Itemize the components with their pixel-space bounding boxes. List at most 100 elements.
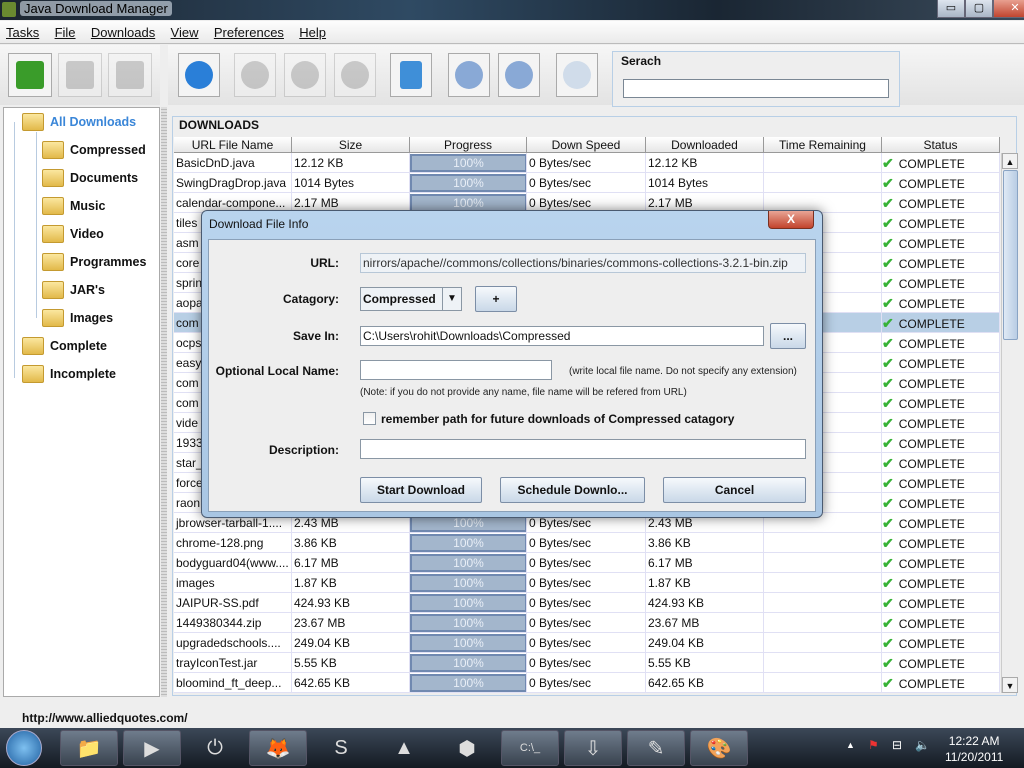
cancel-button[interactable]: Cancel bbox=[663, 477, 806, 503]
action-center-flag-icon[interactable]: ⚑ bbox=[868, 738, 879, 752]
status-cell: ✔ COMPLETE bbox=[882, 373, 1000, 393]
menu-preferences[interactable]: Preferences bbox=[208, 21, 284, 40]
download-manager-task-button[interactable]: ⇩ bbox=[564, 730, 622, 766]
table-row[interactable]: bloomind_ft_deep... 642.65 KB 100% 0 Bytes/… bbox=[174, 673, 1000, 693]
menu-help[interactable]: Help bbox=[293, 21, 326, 40]
menu-tasks[interactable]: Tasks bbox=[0, 21, 39, 40]
start-button[interactable] bbox=[6, 730, 42, 766]
name-cell: SwingDragDrop.java bbox=[174, 173, 292, 193]
new-category-button[interactable] bbox=[8, 53, 52, 97]
edit-category-button[interactable] bbox=[58, 53, 102, 97]
downloaded-cell: 3.86 KB bbox=[646, 533, 764, 553]
column-header-down-speed[interactable]: Down Speed bbox=[527, 137, 646, 153]
menu-file[interactable]: File bbox=[49, 21, 76, 40]
tree-item-label: All Downloads bbox=[50, 115, 137, 129]
scroll-up-arrow-icon[interactable]: ▲ bbox=[1002, 153, 1018, 169]
trash-button[interactable] bbox=[390, 53, 432, 97]
move-down-button[interactable] bbox=[498, 53, 540, 97]
check-icon: ✔ bbox=[882, 235, 894, 251]
column-header-status[interactable]: Status bbox=[882, 137, 1000, 153]
minimize-button[interactable]: ▭ bbox=[937, 0, 965, 18]
pause-button[interactable] bbox=[234, 53, 276, 97]
scroll-down-arrow-icon[interactable]: ▼ bbox=[1002, 677, 1018, 693]
status-cell: ✔ COMPLETE bbox=[882, 553, 1000, 573]
table-row[interactable]: JAIPUR-SS.pdf 424.93 KB 100% 0 Bytes/sec 424… bbox=[174, 593, 1000, 613]
tree-item-documents[interactable]: Documents bbox=[42, 169, 138, 187]
firefox-task-button[interactable]: 🦊 bbox=[249, 730, 307, 766]
tree-item-complete[interactable]: Complete bbox=[22, 337, 107, 355]
delete-category-button[interactable] bbox=[108, 53, 152, 97]
skype-task-button[interactable]: S bbox=[312, 730, 370, 766]
column-header-size[interactable]: Size bbox=[292, 137, 410, 153]
check-icon: ✔ bbox=[882, 575, 894, 591]
media-player-task-button[interactable]: ▶ bbox=[123, 730, 181, 766]
resume-button[interactable] bbox=[284, 53, 326, 97]
maximize-button[interactable]: ▢ bbox=[965, 0, 993, 18]
add-download-button[interactable] bbox=[178, 53, 220, 97]
vlc-task-button[interactable]: ▲ bbox=[375, 730, 433, 766]
schedule-download-button[interactable]: Schedule Downlo... bbox=[500, 477, 645, 503]
notepad-task-button[interactable]: ✎ bbox=[627, 730, 685, 766]
vertical-scrollbar[interactable]: ▲ ▼ bbox=[1001, 153, 1018, 693]
column-header-time-remaining[interactable]: Time Remaining bbox=[764, 137, 882, 153]
table-row[interactable]: chrome-128.png 3.86 KB 100% 0 Bytes/sec 3.86… bbox=[174, 533, 1000, 553]
cancel-button[interactable] bbox=[334, 53, 376, 97]
table-row[interactable]: images 1.87 KB 100% 0 Bytes/sec 1.87 KB ✔ COMP… bbox=[174, 573, 1000, 593]
description-input[interactable] bbox=[360, 439, 806, 459]
progress-cell: 100% bbox=[410, 673, 527, 693]
remember-path-label[interactable]: remember path for future downloads of Co… bbox=[381, 412, 734, 426]
add-category-button[interactable]: + bbox=[475, 286, 517, 312]
explorer-task-button[interactable]: 📁 bbox=[60, 730, 118, 766]
network-icon[interactable]: ⊟ bbox=[892, 738, 902, 752]
column-header-progress[interactable]: Progress bbox=[410, 137, 527, 153]
tree-item-video[interactable]: Video bbox=[42, 225, 104, 243]
power-app-task-button[interactable]: ⏻ bbox=[186, 730, 244, 766]
system-clock[interactable]: 12:22 AM 11/20/2011 bbox=[945, 733, 1003, 765]
tree-item-all-downloads[interactable]: All Downloads bbox=[22, 113, 136, 131]
table-row[interactable]: bodyguard04(www.... 6.17 MB 100% 0 Bytes/se… bbox=[174, 553, 1000, 573]
save-in-field[interactable]: C:\Users\rohit\Downloads\Compressed bbox=[360, 326, 764, 346]
column-header-url-file-name[interactable]: URL File Name bbox=[174, 137, 292, 153]
paint-task-button[interactable]: 🎨 bbox=[690, 730, 748, 766]
move-up-button[interactable] bbox=[448, 53, 490, 97]
status-text: COMPLETE bbox=[898, 357, 965, 371]
check-icon: ✔ bbox=[882, 215, 894, 231]
remember-path-checkbox[interactable] bbox=[363, 412, 376, 425]
table-row[interactable]: SwingDragDrop.java 1014 Bytes 100% 0 Bytes/… bbox=[174, 173, 1000, 193]
tree-item-music[interactable]: Music bbox=[42, 197, 105, 215]
close-button[interactable]: ✕ bbox=[993, 0, 1024, 18]
tree-item-compressed[interactable]: Compressed bbox=[42, 141, 146, 159]
category-select[interactable]: Compressed ▼ bbox=[360, 287, 462, 311]
virtualbox-task-button[interactable]: ⬢ bbox=[438, 730, 496, 766]
start-download-button[interactable]: Start Download bbox=[360, 477, 482, 503]
name-cell: bodyguard04(www.... bbox=[174, 553, 292, 573]
schedule-clock-button[interactable] bbox=[556, 53, 598, 97]
status-text: COMPLETE bbox=[898, 677, 965, 691]
delete-category-icon bbox=[116, 61, 144, 89]
tree-item-images[interactable]: Images bbox=[42, 309, 113, 327]
table-row[interactable]: upgradedschools.... 249.04 KB 100% 0 Bytes/… bbox=[174, 633, 1000, 653]
search-input[interactable] bbox=[623, 79, 889, 98]
volume-icon[interactable]: 🔈 bbox=[915, 738, 930, 752]
show-hidden-icons-icon[interactable]: ▲ bbox=[846, 740, 855, 750]
size-cell: 249.04 KB bbox=[292, 633, 410, 653]
dialog-close-button[interactable]: X bbox=[768, 211, 814, 229]
column-header-downloaded[interactable]: Downloaded bbox=[646, 137, 764, 153]
check-icon: ✔ bbox=[882, 515, 894, 531]
chevron-down-icon[interactable]: ▼ bbox=[442, 288, 461, 310]
menu-view[interactable]: View bbox=[165, 21, 199, 40]
local-name-input[interactable] bbox=[360, 360, 552, 380]
menu-downloads[interactable]: Downloads bbox=[85, 21, 155, 40]
cmd-task-button[interactable]: C:\_ bbox=[501, 730, 559, 766]
tree-item-jars[interactable]: JAR's bbox=[42, 281, 105, 299]
tree-item-incomplete[interactable]: Incomplete bbox=[22, 365, 116, 383]
table-row[interactable]: BasicDnD.java 12.12 KB 100% 0 Bytes/sec 12.1… bbox=[174, 153, 1000, 173]
progress-cell: 100% bbox=[410, 653, 527, 673]
table-row[interactable]: trayIconTest.jar 5.55 KB 100% 0 Bytes/sec 5.… bbox=[174, 653, 1000, 673]
splitter-handle[interactable] bbox=[161, 107, 167, 697]
table-row[interactable]: 1449380344.zip 23.67 MB 100% 0 Bytes/sec 23.… bbox=[174, 613, 1000, 633]
url-field[interactable]: nirrors/apache//commons/collections/bina… bbox=[360, 253, 806, 273]
browse-button[interactable]: ... bbox=[770, 323, 806, 349]
scrollbar-thumb[interactable] bbox=[1003, 170, 1018, 340]
tree-item-programmes[interactable]: Programmes bbox=[42, 253, 146, 271]
